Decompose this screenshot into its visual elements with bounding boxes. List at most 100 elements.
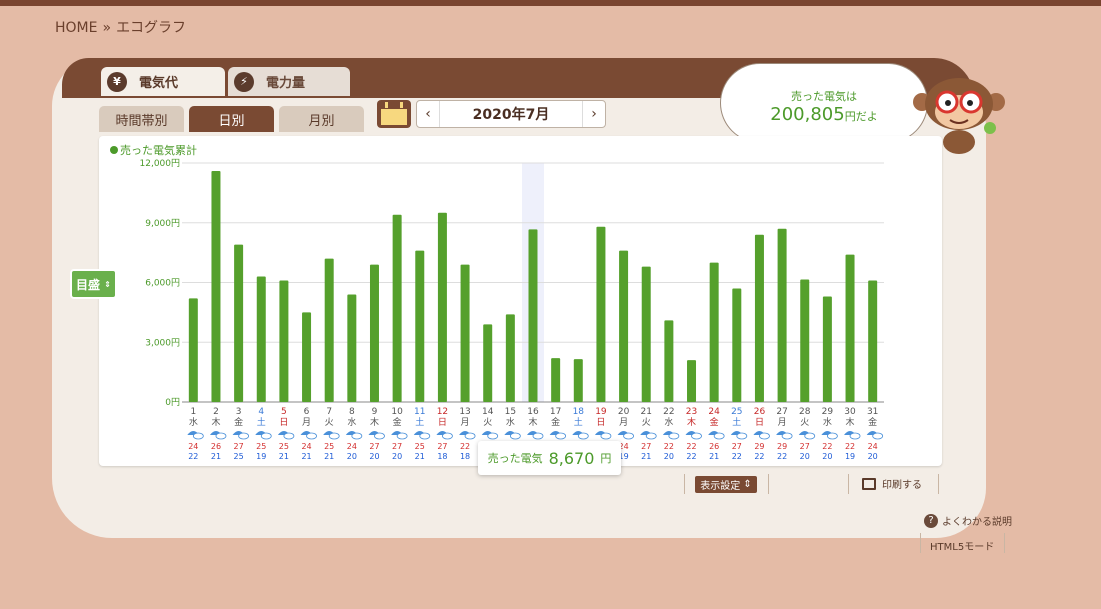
- display-settings-label: 表示設定: [700, 481, 741, 492]
- subtab-hourly[interactable]: 時間帯別: [99, 106, 184, 132]
- x-weekday-label: 木: [211, 416, 220, 428]
- x-day-label: 3: [236, 407, 242, 417]
- bar: [641, 266, 651, 402]
- x-day-label: 7: [326, 407, 332, 417]
- temp-high-label: 27: [369, 442, 379, 451]
- subtab-daily[interactable]: 日別: [189, 106, 274, 132]
- bar: [845, 254, 855, 402]
- bar: [868, 280, 878, 402]
- breadcrumb-separator: »: [102, 20, 112, 36]
- display-settings-button[interactable]: 表示設定 ⇕: [695, 476, 757, 493]
- calendar-icon[interactable]: [377, 100, 411, 128]
- x-day-label: 18: [573, 407, 585, 417]
- divider: [768, 474, 769, 494]
- cloud-icon: [804, 432, 816, 440]
- x-weekday-label: 金: [710, 416, 719, 428]
- x-weekday-label: 金: [234, 416, 243, 428]
- divider: [1004, 533, 1005, 553]
- temp-low-label: 21: [211, 452, 221, 461]
- x-day-label: 21: [640, 407, 651, 417]
- bar: [460, 264, 470, 402]
- bar: [777, 228, 787, 402]
- breadcrumb-home-link[interactable]: HOME: [55, 20, 97, 36]
- x-weekday-label: 日: [755, 417, 764, 428]
- temp-high-label: 27: [800, 442, 810, 451]
- help-link[interactable]: ? よくわかる説明: [924, 513, 1012, 528]
- bar: [754, 234, 764, 402]
- x-day-label: 5: [281, 407, 287, 417]
- cloud-icon: [306, 432, 317, 440]
- tab-electricity-cost[interactable]: ¥ 電気代: [101, 67, 225, 96]
- temp-high-label: 27: [234, 442, 244, 451]
- x-day-label: 10: [391, 407, 403, 417]
- print-label: 印刷する: [882, 480, 922, 491]
- lightning-icon: ⚡: [234, 71, 254, 92]
- breadcrumb-current: エコグラフ: [116, 20, 187, 36]
- html5-mode-link[interactable]: HTML5モード: [930, 538, 994, 553]
- temp-low-label: 21: [415, 452, 425, 461]
- x-day-label: 12: [437, 407, 448, 417]
- bar: [188, 298, 198, 402]
- temp-high-label: 22: [460, 442, 470, 451]
- prev-month-button[interactable]: ‹: [417, 106, 439, 122]
- x-weekday-label: 火: [642, 417, 651, 428]
- temp-low-label: 20: [822, 452, 832, 461]
- x-day-label: 8: [349, 407, 355, 417]
- next-month-button[interactable]: ›: [583, 106, 605, 122]
- tab-electricity-usage[interactable]: ⚡ 電力量: [228, 67, 350, 96]
- cloud-icon: [849, 432, 861, 440]
- x-weekday-label: 金: [393, 416, 402, 428]
- x-weekday-label: 月: [778, 417, 787, 428]
- x-weekday-label: 月: [461, 417, 470, 428]
- scale-toggle-button[interactable]: 目盛 ⇕: [70, 269, 117, 299]
- cloud-icon: [577, 432, 589, 440]
- temp-high-label: 24: [868, 442, 878, 451]
- daily-sold-electricity-chart: 0円3,000円6,000円9,000円12,000円1水24222木26213…: [140, 158, 884, 461]
- tab-electricity-usage-label: 電力量: [266, 76, 306, 91]
- cloud-icon: [713, 432, 725, 440]
- bar: [256, 276, 266, 402]
- x-weekday-label: 土: [257, 416, 266, 428]
- temp-high-label: 22: [664, 442, 674, 451]
- x-weekday-label: 日: [596, 417, 605, 428]
- cloud-icon: [532, 432, 544, 440]
- cloud-icon: [600, 432, 612, 440]
- tooltip-value: 8,670: [548, 448, 595, 468]
- temp-high-label: 29: [777, 442, 787, 451]
- cloud-icon: [238, 432, 250, 440]
- tab-electricity-cost-label: 電気代: [139, 76, 179, 91]
- x-day-label: 13: [459, 407, 470, 417]
- temp-low-label: 20: [868, 452, 878, 461]
- x-day-label: 2: [213, 407, 219, 417]
- cloud-icon: [351, 432, 363, 440]
- cloud-icon: [781, 432, 793, 440]
- bar: [732, 288, 742, 402]
- x-weekday-label: 水: [506, 416, 515, 428]
- x-weekday-label: 土: [574, 416, 583, 428]
- bar: [505, 314, 515, 402]
- bar: [596, 226, 606, 402]
- temp-high-label: 25: [324, 442, 334, 451]
- sold-electricity-bubble: 売った電気は 200,805円だよ: [720, 63, 928, 143]
- cloud-icon: [464, 432, 476, 440]
- temp-high-label: 25: [256, 442, 266, 451]
- temp-high-label: 22: [845, 442, 855, 451]
- x-day-label: 6: [304, 407, 310, 417]
- bubble-amount: 200,805: [770, 104, 845, 125]
- temp-low-label: 18: [437, 452, 447, 461]
- print-button[interactable]: 印刷する: [862, 476, 922, 491]
- bar: [369, 264, 379, 402]
- x-weekday-label: 木: [846, 416, 855, 428]
- subtab-monthly[interactable]: 月別: [279, 106, 364, 132]
- temp-low-label: 25: [234, 452, 244, 461]
- yen-icon: ¥: [107, 71, 127, 92]
- bar: [551, 358, 561, 402]
- divider: [684, 474, 685, 494]
- temp-low-label: 20: [800, 452, 810, 461]
- x-day-label: 20: [618, 407, 630, 417]
- x-day-label: 28: [799, 407, 811, 417]
- cloud-icon: [374, 432, 385, 440]
- bar: [822, 296, 832, 402]
- tooltip-label: 売った電気: [487, 452, 543, 465]
- temp-high-label: 24: [301, 442, 311, 451]
